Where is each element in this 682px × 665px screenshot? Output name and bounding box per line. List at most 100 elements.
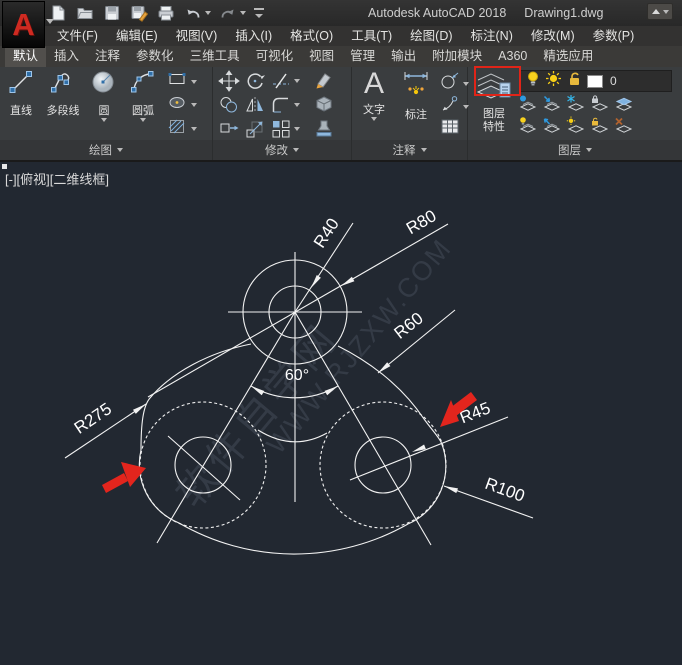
menu-format[interactable]: 格式(O) — [281, 26, 342, 46]
dimension-button[interactable]: 标注 — [396, 69, 436, 122]
layer-unisolate-button[interactable] — [541, 116, 563, 136]
tab-add-ins[interactable]: 附加模块 — [424, 46, 490, 67]
autocad-logo[interactable]: A — [2, 1, 45, 48]
layer-control[interactable]: 0 — [520, 70, 672, 92]
ribbon-minimize-button[interactable] — [647, 3, 673, 20]
tab-insert[interactable]: 插入 — [46, 46, 87, 67]
layer-merge-button[interactable] — [613, 94, 635, 114]
tab-featured-apps[interactable]: 精选应用 — [535, 46, 601, 67]
unlock-icon[interactable] — [566, 70, 583, 92]
sun-icon[interactable] — [545, 70, 562, 92]
save-as-icon[interactable] — [129, 3, 149, 23]
dim-label-r100: R100 — [483, 474, 528, 506]
line-button[interactable]: 直线 — [2, 69, 40, 118]
trim-button[interactable] — [270, 70, 292, 92]
menu-tools[interactable]: 工具(T) — [342, 26, 401, 46]
tab-a360[interactable]: A360 — [490, 46, 535, 67]
bulb-icon[interactable] — [525, 70, 541, 92]
menu-edit[interactable]: 编辑(E) — [107, 26, 167, 46]
stretch-button[interactable] — [218, 118, 240, 140]
plot-icon[interactable] — [156, 3, 176, 23]
tab-view[interactable]: 视图 — [301, 46, 342, 67]
panel-draw: 直线 多段线 圆 圆弧 绘图 — [0, 67, 213, 160]
rotate-button[interactable] — [244, 70, 266, 92]
current-layer-name[interactable]: 0 — [610, 74, 617, 88]
watermark: 软件自学网 WWW.RJZXW.COM — [169, 233, 458, 516]
panel-annotate-footer[interactable]: 注释 — [352, 140, 467, 160]
array-button[interactable] — [270, 118, 292, 140]
menu-parametric[interactable]: 参数(P) — [584, 26, 644, 46]
erase-button[interactable] — [313, 70, 335, 92]
left-red-arrow — [102, 462, 146, 493]
qat-customize-icon[interactable] — [253, 6, 265, 20]
tab-visualize[interactable]: 可视化 — [248, 46, 302, 67]
menu-view[interactable]: 视图(V) — [167, 26, 227, 46]
undo-icon[interactable] — [183, 3, 203, 23]
layer-thaw-button[interactable] — [565, 116, 587, 136]
tab-parametric[interactable]: 参数化 — [128, 46, 182, 67]
watermark-line1: 软件自学网 — [169, 315, 347, 516]
menu-draw[interactable]: 绘图(D) — [401, 26, 461, 46]
text-flyout-icon[interactable] — [371, 117, 377, 121]
stretch-icon — [220, 123, 239, 133]
polyline-button[interactable]: 多段线 — [41, 69, 85, 118]
layer-off-button[interactable] — [517, 94, 539, 114]
layer-merge-icon — [615, 97, 633, 111]
open-icon[interactable] — [75, 3, 95, 23]
ellipse-button[interactable] — [168, 95, 197, 115]
layer-freeze-button[interactable] — [565, 94, 587, 114]
viewport-controls[interactable]: [-][俯视][二维线框] — [5, 169, 109, 188]
autocad-logo-letter: A — [12, 7, 35, 42]
arc-button[interactable]: 圆弧 — [123, 69, 163, 122]
table-button[interactable] — [440, 118, 460, 140]
undo-dropdown-icon[interactable] — [205, 11, 211, 15]
array-flyout-icon[interactable] — [294, 127, 300, 131]
titlebar: Autodesk AutoCAD 2018 Drawing1.dwg — [0, 0, 682, 27]
panel-layers-footer[interactable]: 图层 — [468, 140, 682, 160]
menu-dimension[interactable]: 标注(N) — [462, 26, 522, 46]
trim-flyout-icon[interactable] — [294, 79, 300, 83]
explode-button[interactable] — [313, 94, 335, 116]
hatch-button[interactable] — [168, 118, 197, 140]
layer-delete-button[interactable] — [613, 116, 635, 136]
save-icon[interactable] — [102, 3, 122, 23]
leader-button[interactable] — [440, 95, 469, 118]
arc-icon — [130, 69, 156, 100]
layer-unlock-button[interactable] — [589, 116, 611, 136]
mirror-button[interactable] — [244, 94, 266, 116]
offset-button[interactable] — [313, 118, 335, 140]
layer-isolate-button[interactable] — [541, 94, 563, 114]
layer-color-swatch[interactable] — [587, 74, 603, 88]
move-button[interactable] — [218, 70, 240, 92]
fillet-flyout-icon[interactable] — [294, 103, 300, 107]
layer-on-button[interactable] — [517, 116, 539, 136]
menu-modify[interactable]: 修改(M) — [522, 26, 584, 46]
circle-flyout-icon[interactable] — [101, 118, 107, 122]
copy-icon — [220, 97, 237, 113]
copy-button[interactable] — [218, 94, 240, 116]
scale-button[interactable] — [244, 118, 266, 140]
redo-dropdown-icon[interactable] — [240, 11, 246, 15]
text-button[interactable]: A 文字 — [354, 69, 394, 121]
menu-insert[interactable]: 插入(I) — [226, 26, 281, 46]
tab-manage[interactable]: 管理 — [342, 46, 383, 67]
drawing-canvas[interactable]: [-][俯视][二维线框] 软件自学网 WWW.RJZXW.COM R40 R8… — [0, 162, 682, 660]
tab-annotate[interactable]: 注释 — [87, 46, 128, 67]
leader-icon — [440, 95, 460, 118]
panel-draw-footer[interactable]: 绘图 — [0, 140, 212, 160]
menu-file[interactable]: 文件(F) — [48, 26, 107, 46]
cad-drawing: 软件自学网 WWW.RJZXW.COM R40 R80 R60 R275 R45… — [64, 206, 534, 555]
fillet-button[interactable] — [270, 94, 292, 116]
panel-modify-footer[interactable]: 修改 — [213, 140, 351, 160]
tab-output[interactable]: 输出 — [383, 46, 424, 67]
tab-default[interactable]: 默认 — [5, 46, 47, 67]
circle-button[interactable]: 圆 — [87, 69, 121, 122]
tab-3d-tools[interactable]: 三维工具 — [182, 46, 248, 67]
layer-lock-button[interactable] — [589, 94, 611, 114]
arc-flyout-icon[interactable] — [140, 118, 146, 122]
dim-style-button[interactable] — [440, 72, 469, 95]
redo-icon[interactable] — [218, 3, 238, 23]
rectangle-button[interactable] — [168, 72, 197, 92]
logo-dropdown-icon[interactable] — [46, 19, 54, 24]
layer-delete-icon — [615, 117, 633, 133]
